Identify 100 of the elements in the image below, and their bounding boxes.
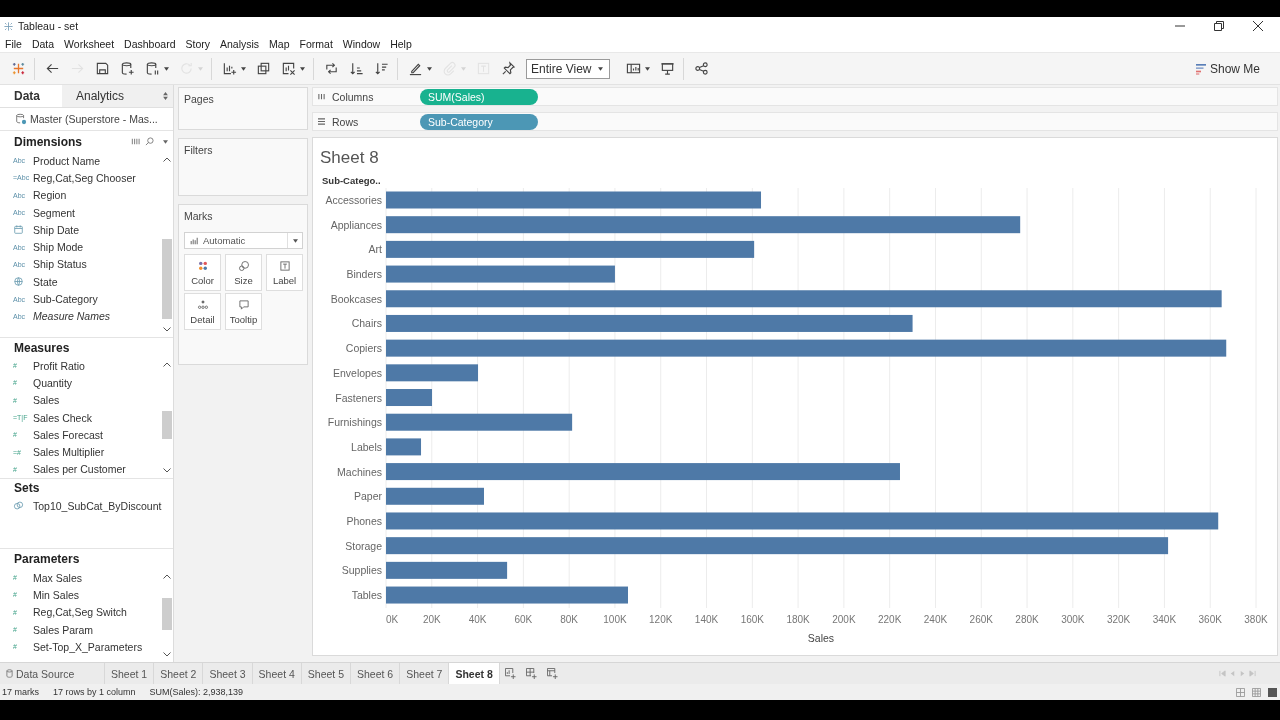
bar[interactable] <box>386 438 422 456</box>
caret-icon <box>292 238 298 243</box>
axis-tick-label: 20K <box>422 614 441 625</box>
scrollbar-thumb[interactable] <box>161 239 172 319</box>
field-item[interactable]: Top10_SubCat_ByDiscount <box>0 497 173 515</box>
close-icon <box>1252 21 1263 31</box>
bar-chart-x-icon <box>281 61 296 76</box>
filled-square-icon[interactable] <box>1268 687 1277 697</box>
mark-label-button[interactable]: Label <box>266 254 303 291</box>
bar[interactable] <box>386 339 1227 357</box>
category-label[interactable]: Supplies <box>341 564 382 577</box>
menu-item[interactable]: Window <box>337 36 386 51</box>
field-item[interactable]: State <box>0 273 160 291</box>
axis-tick-label: 320K <box>1106 614 1131 625</box>
category-label[interactable]: Copiers <box>345 342 382 355</box>
axis-tick-label: 40K <box>468 614 487 625</box>
bar[interactable] <box>386 487 484 505</box>
database-plus-icon <box>120 61 135 76</box>
category-label[interactable]: Storage <box>345 539 382 552</box>
columns-icon <box>318 93 325 100</box>
mark-tooltip-button[interactable]: Tooltip <box>225 293 262 330</box>
search-icon[interactable] <box>145 137 154 146</box>
bar[interactable] <box>386 216 1021 234</box>
view-columns-icon[interactable] <box>131 137 140 146</box>
category-label[interactable]: Appliances <box>330 218 382 231</box>
share-icon <box>694 61 709 76</box>
category-label[interactable]: Machines <box>337 465 382 478</box>
category-label[interactable]: Accessories <box>325 194 382 206</box>
bar[interactable] <box>386 240 755 258</box>
sheet-title: Sheet 8 <box>320 147 380 169</box>
category-label[interactable]: Phones <box>346 514 382 527</box>
menu-item[interactable]: Data <box>26 36 60 51</box>
data-source-item[interactable]: Master (Superstore - Mas... <box>0 108 173 131</box>
caret-icon[interactable] <box>163 139 168 144</box>
scrollbar-thumb[interactable] <box>161 411 172 439</box>
axis-tick-label: 80K <box>560 614 579 625</box>
status-text: 17 marks <box>2 687 39 697</box>
category-label[interactable]: Envelopes <box>332 366 382 379</box>
sheet-plus-icon <box>504 668 516 679</box>
category-label[interactable]: Furnishings <box>327 416 382 429</box>
axis-title[interactable]: Sales <box>807 632 835 644</box>
mark-type-dropdown[interactable]: Automatic <box>184 232 303 249</box>
set-circles-icon <box>13 500 24 512</box>
sheet-tab[interactable]: Sheet 8 <box>449 663 500 684</box>
menu-item[interactable]: Worksheet <box>59 36 120 51</box>
axis-tick-label: 60K <box>514 614 533 625</box>
category-label[interactable]: Fasteners <box>335 391 382 404</box>
status-text: 17 rows by 1 column <box>53 687 136 697</box>
bar[interactable] <box>386 191 761 209</box>
mark-size-button[interactable]: Size <box>225 254 262 291</box>
mark-detail-button[interactable]: Detail <box>184 293 221 330</box>
menu-item[interactable]: Dashboard <box>119 36 181 51</box>
menu-item[interactable]: Story <box>180 36 215 51</box>
bar[interactable] <box>386 413 573 431</box>
category-label[interactable]: Paper <box>353 490 382 503</box>
window-title: Tableau - set <box>18 20 79 32</box>
view-size-dropdown[interactable]: Entire View <box>526 58 610 79</box>
menu-item[interactable]: Format <box>294 36 338 51</box>
category-label[interactable]: Bookcases <box>330 292 382 305</box>
category-label[interactable]: Chairs <box>351 317 382 330</box>
size-circles-icon <box>237 259 250 272</box>
grid-plus-icon <box>525 668 537 679</box>
logo-icon <box>11 61 26 76</box>
bar[interactable] <box>386 364 479 382</box>
pane-tab[interactable]: Data <box>0 85 62 107</box>
grid-view-icon[interactable] <box>1236 687 1245 697</box>
show-me-button[interactable]: Show Me <box>1191 57 1264 80</box>
scrollbar-thumb[interactable] <box>161 598 172 630</box>
axis-tick-label: 180K <box>786 614 810 625</box>
column-header[interactable]: Sub-Catego.. <box>322 175 381 186</box>
bar[interactable] <box>386 314 913 332</box>
sort-descending-icon <box>374 61 389 76</box>
menu-item[interactable]: File <box>0 36 27 51</box>
category-label[interactable]: Tables <box>351 589 382 602</box>
bar[interactable] <box>386 463 900 481</box>
bar[interactable] <box>386 561 508 579</box>
menu-item[interactable]: Map <box>264 36 295 51</box>
bar[interactable] <box>386 290 1222 308</box>
menu-item[interactable]: Analysis <box>215 36 265 51</box>
card-title: Pages <box>184 93 215 105</box>
category-label[interactable]: Binders <box>346 268 382 281</box>
up-down-arrows-icon[interactable] <box>163 92 168 100</box>
swap-arrows-icon <box>324 61 339 76</box>
category-label[interactable]: Labels <box>351 440 382 453</box>
bar[interactable] <box>386 265 615 283</box>
bar[interactable] <box>386 586 628 604</box>
logo-icon <box>3 20 14 32</box>
bar[interactable] <box>386 512 1219 530</box>
menu-item[interactable]: Help <box>385 36 417 51</box>
bar-chart-icon <box>1195 62 1206 75</box>
axis-tick-label: 220K <box>878 614 902 625</box>
field-item[interactable]: Ship Date <box>0 221 160 239</box>
calendar-icon <box>13 224 24 236</box>
axis-tick-label: 240K <box>923 614 948 625</box>
pane-tab[interactable]: Analytics <box>62 85 163 107</box>
bar[interactable] <box>386 537 1169 555</box>
tile-view-icon[interactable] <box>1252 687 1261 697</box>
database-icon <box>6 669 13 678</box>
mark-color-button[interactable]: Color <box>184 254 221 291</box>
category-label[interactable]: Art <box>368 243 382 256</box>
